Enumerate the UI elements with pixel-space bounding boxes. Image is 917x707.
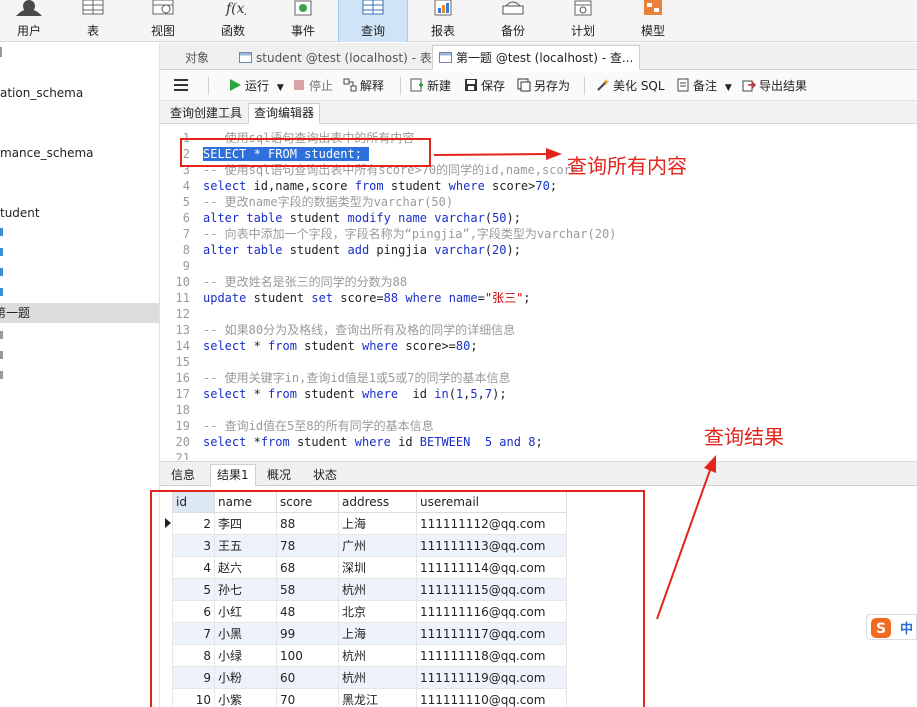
annotation-arrow-sql-head	[546, 148, 562, 160]
annotation-label-query-result: 查询结果	[704, 425, 784, 449]
svg-text:S: S	[876, 621, 886, 637]
ime-mode-label: 中	[900, 622, 914, 637]
annotation-arrow-result-head	[704, 455, 716, 473]
annotation-arrows	[433, 148, 716, 620]
sogou-icon: S	[871, 618, 891, 638]
annotation-arrow-sql	[433, 153, 547, 156]
annotation-label-query-all: 查询所有内容	[567, 154, 687, 178]
annotation-arrow-result	[656, 469, 711, 620]
ime-indicator[interactable]: S 中	[866, 614, 917, 640]
